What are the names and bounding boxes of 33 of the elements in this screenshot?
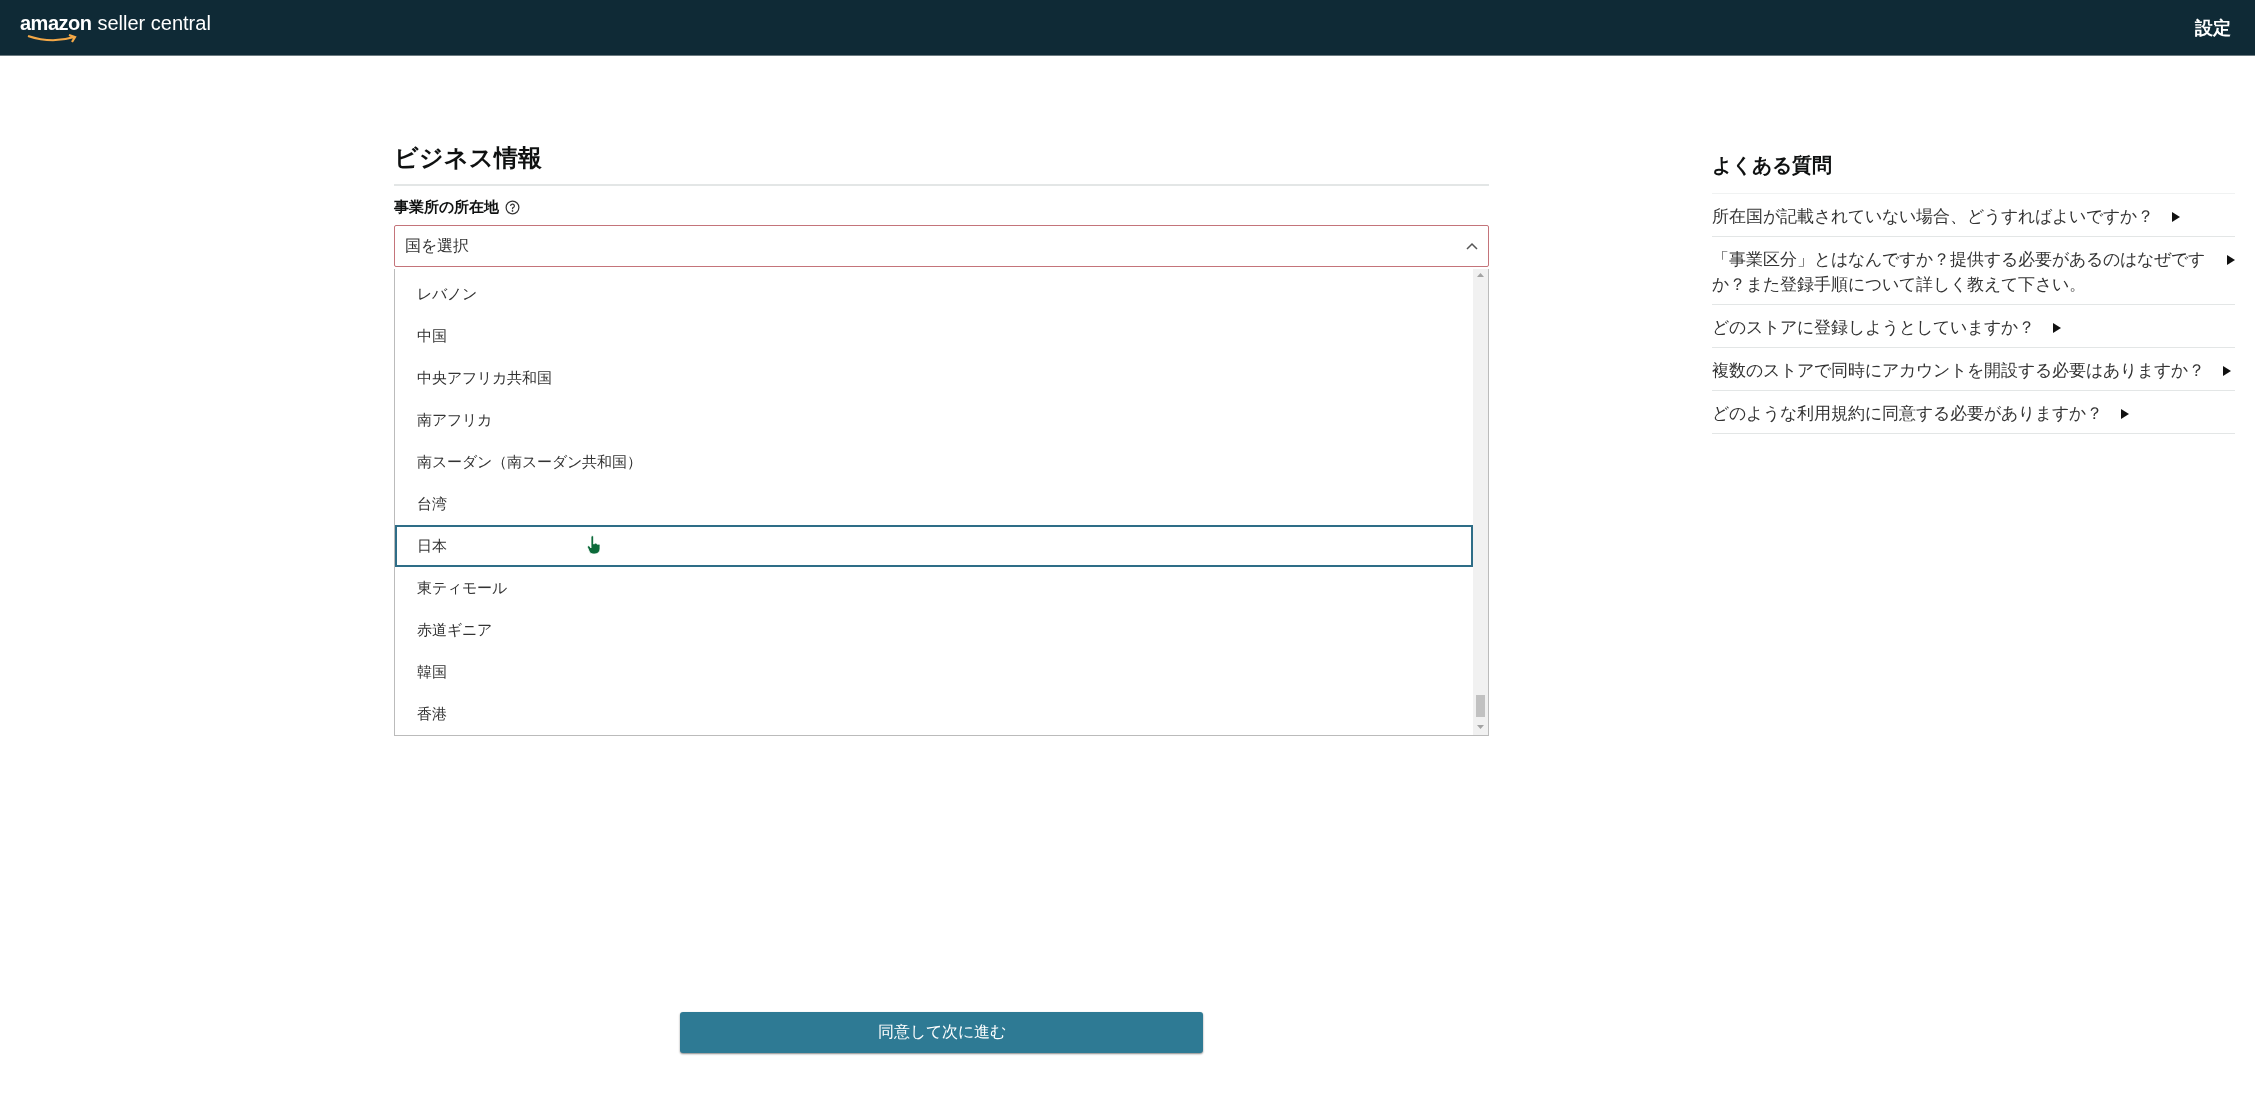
- help-icon[interactable]: [505, 200, 520, 215]
- chevron-icon: [1466, 242, 1478, 250]
- play-triangle-icon[interactable]: [2121, 409, 2129, 419]
- play-triangle-icon[interactable]: [2227, 255, 2235, 265]
- country-option[interactable]: 南スーダン（南スーダン共和国）: [395, 441, 1473, 483]
- country-option[interactable]: 日本: [395, 525, 1473, 567]
- faq-question-link[interactable]: 複数のストアで同時にアカウントを開設する必要はありますか？: [1712, 358, 2205, 383]
- country-option[interactable]: レバノン: [395, 273, 1473, 315]
- field-label: 事業所の所在地: [394, 198, 499, 217]
- country-option[interactable]: 中国: [395, 315, 1473, 357]
- faq-question-link[interactable]: 「事業区分」とはなんですか？提供する必要があるのはなぜですか？また登録手順について詳しく教えて下さい。: [1712, 247, 2209, 297]
- brand-logo: amazon: [20, 12, 92, 35]
- faq-question-link[interactable]: どのような利用規約に同意する必要がありますか？: [1712, 401, 2103, 426]
- agree-next-button[interactable]: 同意して次に進む: [680, 1012, 1203, 1053]
- play-triangle-icon[interactable]: [2172, 212, 2180, 222]
- hand-cursor-icon: [587, 535, 601, 555]
- country-option[interactable]: 香港: [395, 693, 1473, 735]
- faq-question-link[interactable]: どのストアに登録しようとしていますか？: [1712, 315, 2035, 340]
- smile-arrow-icon: [26, 34, 78, 43]
- country-option[interactable]: 東ティモール: [395, 567, 1473, 609]
- play-triangle-icon[interactable]: [2053, 323, 2061, 333]
- country-option[interactable]: 中央アフリカ共和国: [395, 357, 1473, 399]
- faq-title: よくある質問: [1712, 152, 2235, 194]
- country-option[interactable]: 南アフリカ: [395, 399, 1473, 441]
- country-option[interactable]: 赤道ギニア: [395, 609, 1473, 651]
- country-select[interactable]: 国を選択: [394, 225, 1489, 267]
- settings-link[interactable]: 設定: [2195, 15, 2231, 40]
- section-title: ビジネス情報: [394, 142, 1489, 186]
- product-name: seller central: [97, 12, 211, 35]
- play-triangle-icon[interactable]: [2223, 366, 2231, 376]
- country-option[interactable]: 台湾: [395, 483, 1473, 525]
- country-option[interactable]: 韓国: [395, 651, 1473, 693]
- faq-question-link[interactable]: 所在国が記載されていない場合、どうすればよいですか？: [1712, 204, 2154, 229]
